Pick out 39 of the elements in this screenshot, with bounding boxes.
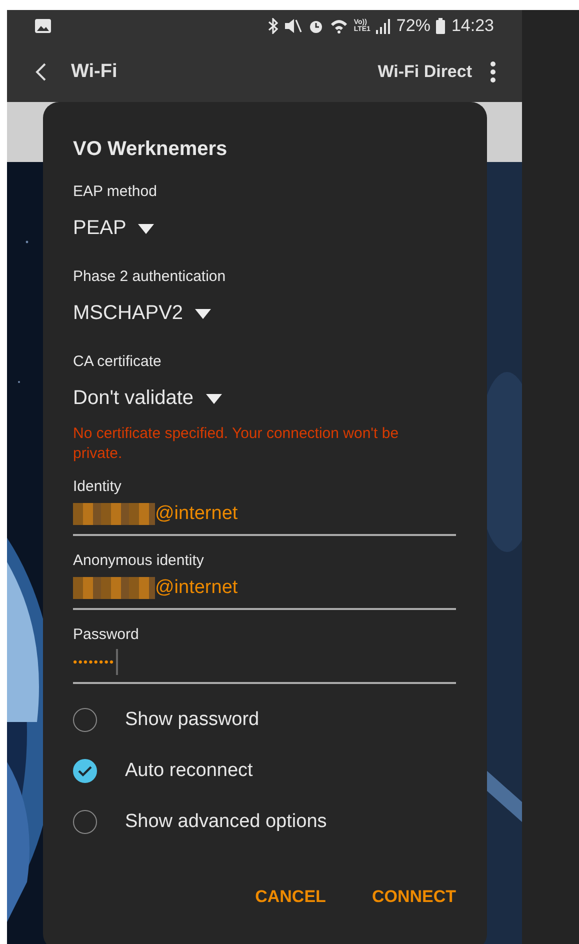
- clock-time: 14:23: [451, 16, 494, 36]
- input-field[interactable]: @internet: [73, 500, 456, 536]
- option-label: Show advanced options: [125, 811, 327, 833]
- back-icon[interactable]: [35, 62, 47, 82]
- battery-percentage: 72%: [396, 16, 430, 36]
- field-label: Identity: [73, 478, 122, 496]
- dialog-title: VO Werknemers: [73, 138, 228, 161]
- more-icon[interactable]: [490, 61, 496, 83]
- dropdown[interactable]: MSCHAPV2: [73, 302, 212, 325]
- field-label: CA certificate: [73, 353, 162, 371]
- dialog-button[interactable]: CANCEL: [255, 887, 326, 907]
- caret-icon: [206, 394, 222, 404]
- signal-icon: [376, 18, 390, 34]
- screen-title: Wi-Fi: [71, 61, 118, 83]
- dropdown[interactable]: PEAP: [73, 217, 154, 240]
- dropdown[interactable]: Don't validate: [73, 387, 222, 410]
- field-label: Password: [73, 626, 140, 644]
- caret-icon: [195, 308, 212, 318]
- checkbox[interactable]: [73, 810, 97, 834]
- caret-icon: [138, 224, 154, 234]
- wifi-icon: [330, 18, 348, 34]
- password-field[interactable]: ••••••••: [73, 648, 456, 684]
- check-icon: [78, 766, 92, 776]
- checkbox[interactable]: [73, 708, 97, 732]
- input-field[interactable]: @internet: [73, 574, 456, 610]
- option-label: Show password: [125, 709, 260, 731]
- bluetooth-icon: [268, 18, 278, 34]
- alarm-icon: [308, 18, 324, 34]
- wifi-direct-link[interactable]: Wi-Fi Direct: [378, 62, 472, 82]
- option-label: Auto reconnect: [125, 760, 253, 782]
- error-message: No certificate specified. Your connection won't be private.: [73, 424, 400, 464]
- field-label: Phase 2 authentication: [73, 268, 227, 286]
- field-label: Anonymous identity: [73, 552, 205, 570]
- mute-icon: [284, 18, 302, 34]
- battery-icon: [436, 18, 446, 34]
- dialog-button[interactable]: CONNECT: [372, 887, 456, 907]
- gallery-icon: [35, 19, 51, 33]
- field-label: EAP method: [73, 183, 158, 201]
- checkbox[interactable]: [73, 759, 97, 783]
